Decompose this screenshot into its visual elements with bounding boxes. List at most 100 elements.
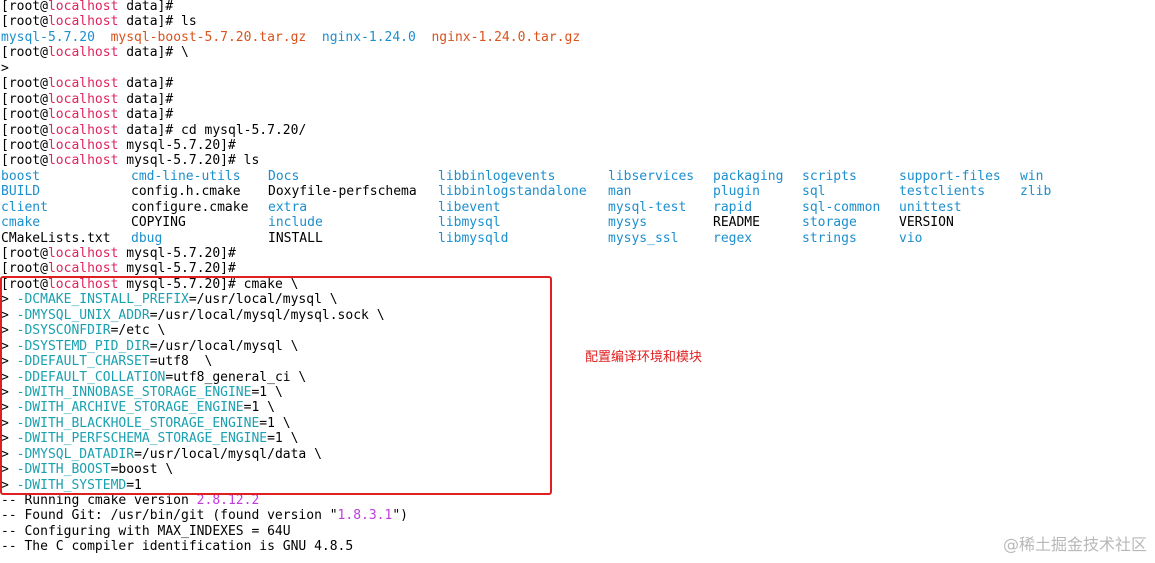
output-line: -- Found Git: /usr/bin/git (found versio… bbox=[1, 508, 580, 523]
ls-entry: Docs bbox=[268, 168, 300, 184]
ls-entry: mysys_ssl bbox=[608, 230, 679, 246]
prompt-dir: mysql-5.7.20]# bbox=[118, 246, 236, 261]
prompt-host: localhost bbox=[47, 91, 119, 107]
ls-entry: support-files bbox=[899, 168, 1001, 184]
ls-entry: rapid bbox=[713, 199, 753, 215]
prompt-line: [root@localhost mysql-5.7.20]# bbox=[1, 246, 580, 261]
ls-entry: COPYING bbox=[131, 215, 186, 231]
ls-entry: CMakeLists.txt bbox=[1, 230, 111, 246]
continuation-line: > bbox=[1, 61, 580, 76]
prompt-host: localhost bbox=[47, 45, 119, 61]
ls-entry: libevent bbox=[438, 199, 501, 215]
prompt-line: [root@localhost data]# bbox=[1, 0, 580, 14]
ls-entry: libbinlogstandalone bbox=[438, 184, 587, 200]
watermark: @稀土掘金技术社区 bbox=[1002, 535, 1147, 554]
prompt-user: [root@ bbox=[1, 261, 48, 277]
ls-entry: cmake bbox=[1, 215, 41, 231]
ls-entry: BUILD bbox=[1, 184, 41, 200]
command-text: cd mysql-5.7.20/ bbox=[173, 122, 307, 138]
output-text: -- Running cmake version bbox=[1, 493, 197, 508]
continuation-marker: > bbox=[1, 60, 9, 76]
prompt-user: [root@ bbox=[1, 91, 48, 107]
prompt-host: localhost bbox=[47, 137, 119, 153]
prompt-line: [root@localhost mysql-5.7.20]# ls bbox=[1, 153, 580, 168]
prompt-line: [root@localhost data]# \ bbox=[1, 45, 580, 60]
prompt-dir: data]# bbox=[118, 107, 174, 123]
ls-entry: dbug bbox=[131, 230, 163, 246]
output-line: -- Configuring with MAX_INDEXES = 64U bbox=[1, 524, 580, 539]
output-text: -- Found Git: /usr/bin/git (found versio… bbox=[1, 508, 338, 524]
ls-entry: nginx-1.24.0.tar.gz bbox=[431, 29, 581, 45]
ls-row: CMakeLists.txt dbug INSTALL libmysqld mysys_… bbox=[1, 230, 922, 246]
prompt-host: localhost bbox=[47, 14, 119, 30]
prompt-dir: data]# bbox=[118, 91, 174, 107]
prompt-user: [root@ bbox=[1, 76, 48, 92]
prompt-user: [root@ bbox=[1, 137, 48, 153]
prompt-host: localhost bbox=[47, 107, 119, 123]
ls-entry: scripts bbox=[802, 168, 857, 184]
prompt-user: [root@ bbox=[1, 45, 48, 61]
ls-entry: vio bbox=[899, 230, 923, 246]
ls-entry: man bbox=[608, 184, 632, 200]
prompt-line: [root@localhost data]# bbox=[1, 107, 580, 122]
ls-entry: packaging bbox=[713, 168, 784, 184]
ls-entry: extra bbox=[268, 199, 308, 215]
ls-entry: mysql-boost-5.7.20.tar.gz bbox=[110, 29, 307, 45]
ls-entry: Doxyfile-perfschema bbox=[268, 184, 417, 200]
prompt-dir: data]# bbox=[118, 45, 174, 61]
ls-row: client configure.cmake extra libevent mysql-… bbox=[1, 199, 962, 215]
ls-entry: cmd-line-utils bbox=[131, 168, 241, 184]
output-line: -- Running cmake version 2.8.12.2 bbox=[1, 493, 580, 508]
prompt-dir: data]# bbox=[118, 122, 174, 138]
ls-row: boost cmd-line-utils Docs libbinlogevents li… bbox=[1, 168, 1043, 184]
ls-entry: regex bbox=[713, 230, 753, 246]
ls-entry: testclients bbox=[899, 184, 986, 200]
prompt-user: [root@ bbox=[1, 0, 48, 14]
prompt-user: [root@ bbox=[1, 246, 48, 261]
ls-entry: strings bbox=[802, 230, 857, 246]
version-number: 1.8.3.1 bbox=[337, 508, 393, 524]
annotation-text: 配置编译环境和模块 bbox=[585, 350, 703, 365]
command-text: ls bbox=[173, 14, 197, 30]
prompt-host: localhost bbox=[47, 246, 119, 261]
ls-entry: nginx-1.24.0 bbox=[321, 29, 416, 45]
highlight-box bbox=[0, 276, 552, 495]
ls-entry: unittest bbox=[899, 199, 962, 215]
prompt-host: localhost bbox=[47, 153, 119, 169]
ls-entry: sql-common bbox=[802, 199, 881, 215]
prompt-user: [root@ bbox=[1, 107, 48, 123]
ls-entry: win bbox=[1020, 168, 1044, 184]
prompt-dir: mysql-5.7.20]# bbox=[118, 261, 236, 277]
prompt-dir: data]# bbox=[118, 76, 174, 92]
ls-entry: client bbox=[1, 199, 48, 215]
prompt-line: [root@localhost data]# bbox=[1, 76, 580, 91]
output-line: -- The C compiler identification is GNU … bbox=[1, 539, 580, 554]
ls-entry: configure.cmake bbox=[131, 199, 249, 215]
prompt-user: [root@ bbox=[1, 14, 48, 30]
ls-entry: libmysql bbox=[438, 215, 501, 231]
ls-entry: libmysqld bbox=[438, 230, 509, 246]
ls-entry: config.h.cmake bbox=[131, 184, 241, 200]
ls-entry: mysql-5.7.20 bbox=[1, 29, 95, 45]
ls-entry: mysys bbox=[608, 215, 648, 231]
ls-entry: zlib bbox=[1020, 184, 1052, 200]
prompt-line: [root@localhost data]# bbox=[1, 92, 580, 107]
ls-entry: libbinlogevents bbox=[438, 168, 556, 184]
prompt-host: localhost bbox=[47, 76, 119, 92]
prompt-line: [root@localhost mysql-5.7.20]# bbox=[1, 261, 580, 276]
prompt-line: [root@localhost data]# ls bbox=[1, 14, 580, 29]
output-text: -- The C compiler identification is GNU … bbox=[1, 539, 354, 555]
ls-entry: mysql-test bbox=[608, 199, 687, 215]
ls-output-line: mysql-5.7.20 mysql-boost-5.7.20.tar.gz n… bbox=[1, 30, 580, 45]
ls-row: BUILD config.h.cmake Doxyfile-perfschema li… bbox=[1, 184, 1051, 200]
ls-entry: INSTALL bbox=[268, 230, 323, 246]
ls-entry: plugin bbox=[713, 184, 760, 200]
prompt-dir: data]# bbox=[118, 14, 174, 30]
ls-entry: README bbox=[713, 215, 760, 231]
output-text: ") bbox=[392, 508, 408, 524]
prompt-user: [root@ bbox=[1, 153, 48, 169]
ls-entry: include bbox=[268, 215, 323, 231]
